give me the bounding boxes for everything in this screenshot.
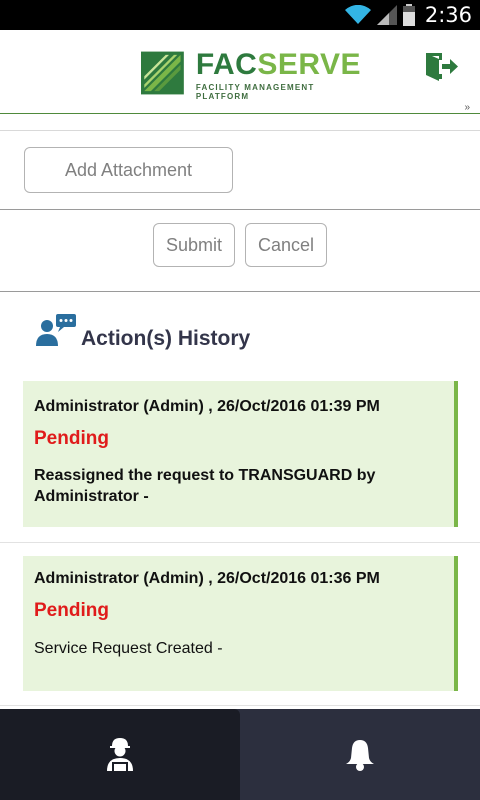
add-attachment-button[interactable]: Add Attachment — [24, 147, 233, 193]
entry-meta: Administrator (Admin) , 26/Oct/2016 01:3… — [34, 570, 380, 587]
entry-meta: Administrator (Admin) , 26/Oct/2016 01:3… — [34, 398, 380, 415]
entry-status: Pending — [34, 428, 109, 449]
logo-mark-icon — [141, 51, 184, 95]
entry-status: Pending — [34, 600, 109, 621]
status-bar: 2:36 — [0, 0, 480, 30]
user-chat-icon — [36, 314, 76, 346]
divider — [0, 209, 480, 210]
signal-icon — [376, 5, 397, 25]
divider — [0, 291, 480, 292]
divider — [0, 705, 480, 706]
clock: 2:36 — [424, 3, 472, 27]
entry-description: Reassigned the request to TRANSGUARD by … — [34, 467, 376, 505]
divider — [0, 542, 480, 543]
technician-icon — [107, 737, 133, 772]
bell-icon — [346, 739, 374, 771]
cancel-button[interactable]: Cancel — [245, 223, 327, 267]
history-entry: Administrator (Admin) , 26/Oct/2016 01:3… — [23, 381, 458, 527]
history-title: Action(s) History — [81, 327, 251, 350]
logout-icon[interactable] — [424, 51, 458, 83]
logo-title: FACSERVE — [195, 48, 361, 81]
divider — [0, 130, 480, 131]
history-entry: Administrator (Admin) , 26/Oct/2016 01:3… — [23, 556, 458, 691]
entry-description: Service Request Created - — [34, 640, 223, 657]
app-header: FACSERVE FACILITY MANAGEMENT PLATFORM » — [0, 30, 480, 114]
nav-tab-notifications[interactable] — [240, 709, 480, 800]
logo-tagline: FACILITY MANAGEMENT PLATFORM — [195, 83, 315, 101]
facserve-logo: FACSERVE FACILITY MANAGEMENT PLATFORM — [141, 47, 361, 101]
submit-button[interactable]: Submit — [153, 223, 235, 267]
nav-tab-profile[interactable] — [0, 709, 240, 800]
bottom-navigation — [0, 709, 480, 800]
scroll-indicator: » — [464, 102, 470, 113]
wifi-icon — [344, 5, 371, 24]
battery-icon — [402, 4, 415, 26]
